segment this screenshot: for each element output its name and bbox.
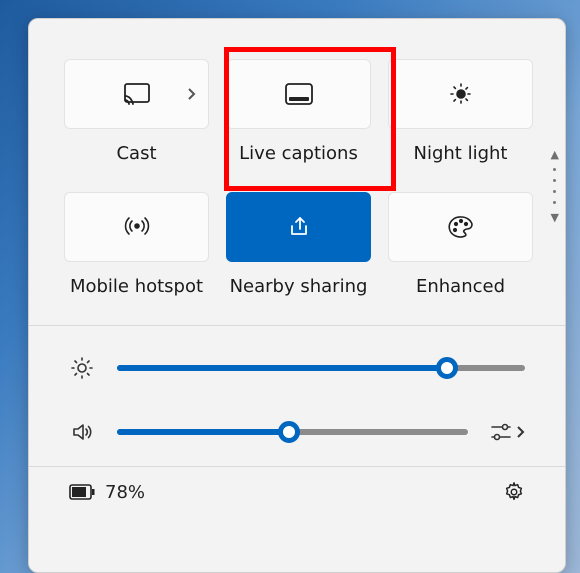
- battery-icon[interactable]: [69, 484, 95, 500]
- night-light-button[interactable]: [388, 59, 533, 129]
- tile-cast: Cast: [64, 59, 209, 164]
- footer: 78%: [29, 467, 565, 503]
- brightness-slider[interactable]: [117, 365, 525, 371]
- brightness-row: [69, 356, 525, 380]
- tile-grid: Cast Live captions: [64, 59, 530, 297]
- tile-live-captions: Live captions: [226, 59, 371, 164]
- scroll-down-icon: ▼: [551, 212, 559, 223]
- mixer-icon: [490, 422, 512, 442]
- tiles-area: Cast Live captions: [29, 19, 565, 325]
- night-light-icon: [449, 82, 473, 106]
- sliders-area: [29, 326, 565, 466]
- battery-text[interactable]: 78%: [105, 482, 145, 503]
- cast-icon: [124, 83, 150, 105]
- live-captions-button[interactable]: [226, 59, 371, 129]
- nearby-sharing-button[interactable]: [226, 192, 371, 262]
- share-icon: [287, 215, 311, 239]
- hotspot-icon: [124, 215, 150, 239]
- enhanced-label: Enhanced: [416, 276, 505, 297]
- cast-label: Cast: [116, 143, 156, 164]
- chevron-right-icon: [187, 87, 196, 101]
- enhanced-button[interactable]: [388, 192, 533, 262]
- volume-slider[interactable]: [117, 429, 468, 435]
- live-captions-label: Live captions: [239, 143, 358, 164]
- mobile-hotspot-label: Mobile hotspot: [70, 276, 203, 297]
- settings-icon[interactable]: [503, 481, 525, 503]
- tile-enhanced: Enhanced: [388, 192, 533, 297]
- quick-settings-panel: Cast Live captions: [28, 18, 566, 573]
- brightness-icon: [69, 356, 95, 380]
- scroll-indicator[interactable]: ▲ ▼: [551, 149, 559, 223]
- tile-mobile-hotspot: Mobile hotspot: [64, 192, 209, 297]
- cast-button[interactable]: [64, 59, 209, 129]
- volume-row: [69, 420, 525, 444]
- captions-icon: [285, 83, 313, 105]
- audio-output-button[interactable]: [490, 422, 525, 442]
- tile-nearby-sharing: Nearby sharing: [226, 192, 371, 297]
- palette-icon: [448, 215, 474, 239]
- night-light-label: Night light: [414, 143, 508, 164]
- volume-thumb[interactable]: [278, 421, 300, 443]
- scroll-up-icon: ▲: [551, 149, 559, 160]
- brightness-thumb[interactable]: [436, 357, 458, 379]
- mobile-hotspot-button[interactable]: [64, 192, 209, 262]
- chevron-right-icon: [516, 425, 525, 439]
- volume-icon: [69, 420, 95, 444]
- tile-night-light: Night light: [388, 59, 533, 164]
- nearby-sharing-label: Nearby sharing: [230, 276, 368, 297]
